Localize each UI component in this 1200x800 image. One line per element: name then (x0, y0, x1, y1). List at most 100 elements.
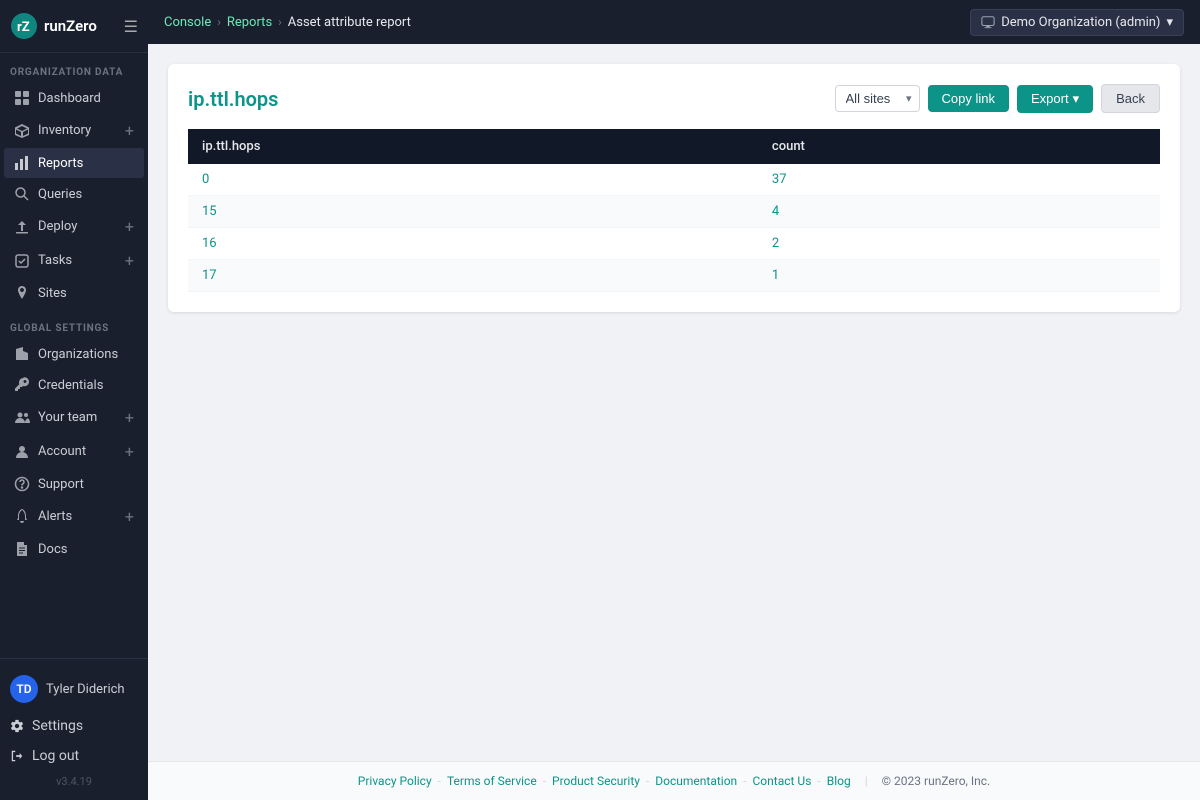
org-selector-label: Demo Organization (admin) (1001, 15, 1160, 30)
sidebar-item-deploy[interactable]: Deploy + (4, 210, 144, 243)
row-key: 0 (188, 164, 758, 196)
bell-icon (14, 509, 30, 525)
footer-product-security[interactable]: Product Security (552, 774, 640, 788)
settings-icon (10, 719, 24, 733)
menu-icon[interactable]: ☰ (124, 17, 138, 36)
row-key-link[interactable]: 15 (202, 204, 217, 219)
footer-terms-of-service[interactable]: Terms of Service (447, 774, 537, 788)
row-key-link[interactable]: 0 (202, 172, 209, 187)
row-count: 2 (758, 228, 1160, 260)
row-count: 4 (758, 196, 1160, 228)
breadcrumb-sep-1: › (217, 15, 221, 29)
sidebar-item-label-docs: Docs (38, 542, 67, 557)
log-out-icon (10, 749, 24, 763)
deploy-plus-icon[interactable]: + (125, 217, 134, 236)
row-count-link[interactable]: 37 (772, 172, 787, 187)
table-row: 0 37 (188, 164, 1160, 196)
table-row: 15 4 (188, 196, 1160, 228)
user-name: Tyler Diderich (46, 682, 125, 697)
sidebar: rZ runZero ☰ ORGANIZATION DATA Dashboard… (0, 0, 148, 800)
sidebar-item-settings[interactable]: Settings (0, 711, 148, 741)
your-team-plus-icon[interactable]: + (125, 408, 134, 427)
report-card: ip.ttl.hops All sites Copy link Export ▾… (168, 64, 1180, 312)
footer-blog[interactable]: Blog (827, 774, 851, 788)
table-row: 16 2 (188, 228, 1160, 260)
row-count-link[interactable]: 1 (772, 268, 779, 283)
global-section-label: GLOBAL SETTINGS (0, 309, 148, 338)
col-header-count: count (758, 129, 1160, 164)
row-count: 37 (758, 164, 1160, 196)
main-area: Console › Reports › Asset attribute repo… (148, 0, 1200, 800)
row-key: 16 (188, 228, 758, 260)
sidebar-item-docs[interactable]: Docs (4, 534, 144, 564)
export-chevron-icon: ▾ (1073, 91, 1080, 107)
row-key-link[interactable]: 17 (202, 268, 217, 283)
user-row[interactable]: TD Tyler Diderich (0, 667, 148, 711)
org-selector-chevron: ▾ (1166, 15, 1173, 30)
grid-icon (14, 90, 30, 106)
row-count-link[interactable]: 2 (772, 236, 779, 251)
sidebar-item-label-tasks: Tasks (38, 253, 72, 268)
sidebar-item-organizations[interactable]: Organizations (4, 339, 144, 369)
book-icon (14, 541, 30, 557)
footer-privacy-policy[interactable]: Privacy Policy (358, 774, 432, 788)
sidebar-item-label-organizations: Organizations (38, 347, 118, 362)
map-pin-icon (14, 285, 30, 301)
sidebar-item-your-team[interactable]: Your team + (4, 401, 144, 434)
inventory-plus-icon[interactable]: + (125, 121, 134, 140)
sidebar-item-support[interactable]: Support (4, 469, 144, 499)
site-selector[interactable]: All sites (835, 85, 920, 112)
row-key: 15 (188, 196, 758, 228)
org-section: ORGANIZATION DATA Dashboard Inventory + … (0, 53, 148, 309)
footer-contact-us[interactable]: Contact Us (753, 774, 812, 788)
sidebar-footer: TD Tyler Diderich Settings Log out v3.4.… (0, 658, 148, 800)
org-section-label: ORGANIZATION DATA (0, 53, 148, 82)
runzero-logo-icon: rZ (10, 12, 38, 40)
sidebar-item-queries[interactable]: Queries (4, 179, 144, 209)
sidebar-item-sites[interactable]: Sites (4, 278, 144, 308)
row-key: 17 (188, 260, 758, 292)
users-icon (14, 410, 30, 426)
site-selector-wrap: All sites (835, 85, 920, 112)
export-button[interactable]: Export ▾ (1017, 85, 1093, 113)
breadcrumb-reports[interactable]: Reports (227, 15, 272, 30)
report-header: ip.ttl.hops All sites Copy link Export ▾… (188, 84, 1160, 113)
report-title: ip.ttl.hops (188, 87, 278, 111)
back-button[interactable]: Back (1101, 84, 1160, 113)
footer-copyright: © 2023 runZero, Inc. (882, 774, 991, 788)
global-section: GLOBAL SETTINGS Organizations Credential… (0, 309, 148, 565)
account-plus-icon[interactable]: + (125, 442, 134, 461)
sidebar-item-label-credentials: Credentials (38, 378, 103, 393)
sidebar-item-label-reports: Reports (38, 156, 83, 171)
footer-documentation[interactable]: Documentation (655, 774, 737, 788)
sidebar-item-label-deploy: Deploy (38, 219, 77, 234)
sidebar-item-inventory[interactable]: Inventory + (4, 114, 144, 147)
sidebar-item-label-log-out: Log out (32, 748, 79, 764)
row-count-link[interactable]: 4 (772, 204, 779, 219)
row-count: 1 (758, 260, 1160, 292)
logo[interactable]: rZ runZero (10, 12, 97, 40)
sidebar-item-credentials[interactable]: Credentials (4, 370, 144, 400)
sidebar-item-tasks[interactable]: Tasks + (4, 244, 144, 277)
help-circle-icon (14, 476, 30, 492)
row-key-link[interactable]: 16 (202, 236, 217, 251)
breadcrumb-sep-2: › (278, 15, 282, 29)
breadcrumb-console[interactable]: Console (164, 15, 211, 30)
sidebar-item-reports[interactable]: Reports (4, 148, 144, 178)
table-body: 0 37 15 4 16 2 17 1 (188, 164, 1160, 292)
content-area: ip.ttl.hops All sites Copy link Export ▾… (148, 44, 1200, 761)
copy-link-button[interactable]: Copy link (928, 85, 1009, 112)
tasks-plus-icon[interactable]: + (125, 251, 134, 270)
topbar: Console › Reports › Asset attribute repo… (148, 0, 1200, 44)
sidebar-item-label-dashboard: Dashboard (38, 91, 101, 106)
sidebar-item-alerts[interactable]: Alerts + (4, 500, 144, 533)
org-selector[interactable]: Demo Organization (admin) ▾ (970, 9, 1184, 36)
sidebar-item-account[interactable]: Account + (4, 435, 144, 468)
sidebar-item-dashboard[interactable]: Dashboard (4, 83, 144, 113)
sidebar-item-log-out[interactable]: Log out (0, 741, 148, 771)
sidebar-item-label-support: Support (38, 477, 84, 492)
sidebar-item-label-inventory: Inventory (38, 123, 91, 138)
alerts-plus-icon[interactable]: + (125, 507, 134, 526)
sidebar-item-label-settings: Settings (32, 718, 83, 734)
sidebar-header: rZ runZero ☰ (0, 0, 148, 53)
